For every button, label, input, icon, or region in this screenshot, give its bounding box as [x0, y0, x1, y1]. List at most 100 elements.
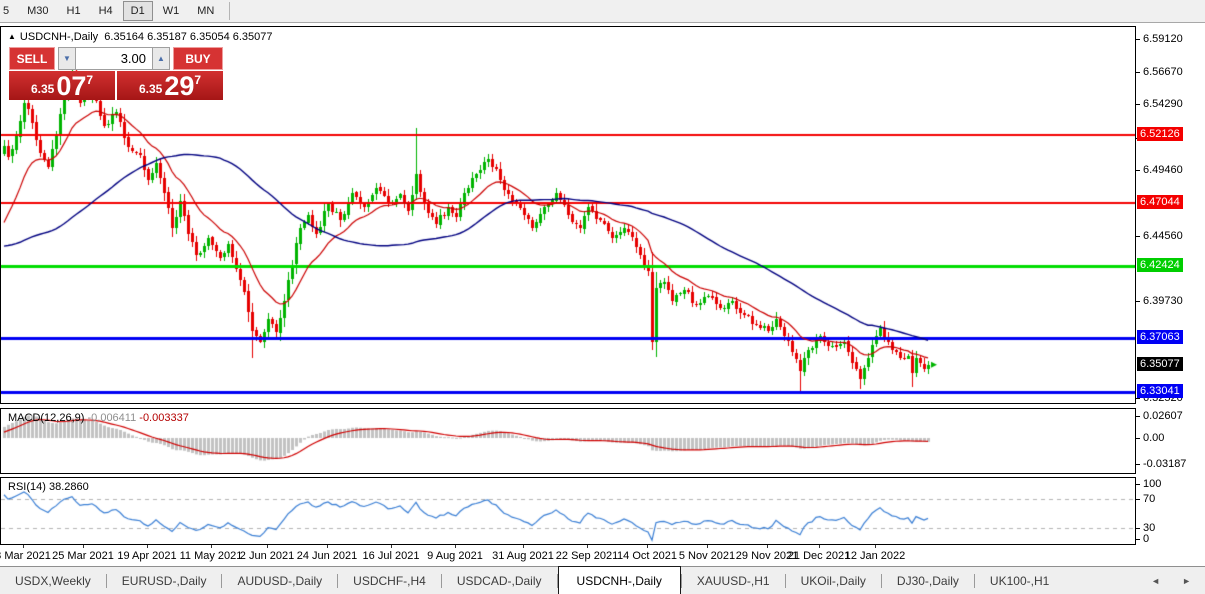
timeframe-toolbar: 5 M30 H1 H4 D1 W1 MN	[0, 0, 1205, 23]
chart-title: ▲ USDCNH-,Daily 6.35164 6.35187 6.35054 6…	[8, 31, 273, 43]
price-line-label: 6.37063	[1137, 329, 1183, 344]
chart-symbol-label: USDCNH-,Daily	[19, 31, 99, 43]
volume-decrease-button[interactable]: ▼	[58, 47, 76, 70]
date-label: 5 Nov 2021	[678, 550, 736, 562]
price-line-label: 6.52126	[1137, 126, 1183, 141]
price-tick-mark	[1136, 39, 1140, 41]
date-label: 3 Mar 2021	[0, 550, 51, 562]
rsi-tick-mark	[1136, 539, 1140, 540]
tab-ukoil-daily[interactable]: UKOil-,Daily	[786, 567, 881, 594]
timeframe-button-h4[interactable]: H4	[91, 1, 121, 21]
trading-platform-window: 5 M30 H1 H4 D1 W1 MN ▲ USDCNH-,Daily 6.35164 6.…	[0, 0, 1205, 594]
date-label: 25 Mar 2021	[52, 550, 114, 562]
date-label: 24 Jun 2021	[296, 550, 358, 562]
volume-increase-button[interactable]: ▲	[152, 47, 170, 70]
date-tick-mark	[83, 545, 84, 548]
macd-tick-mark	[1136, 464, 1140, 466]
tab-usdchf-h4[interactable]: USDCHF-,H4	[338, 567, 441, 594]
date-tick-mark	[267, 545, 268, 548]
tab-usdcnh-daily[interactable]: USDCNH-,Daily	[557, 566, 681, 594]
tab-scroll-right-icon[interactable]: ►	[1182, 576, 1191, 586]
macd-tick-label: 0.02607	[1143, 410, 1183, 423]
date-label: 16 Jul 2021	[362, 550, 420, 562]
date-label: 31 Aug 2021	[492, 550, 554, 562]
one-click-trade-panel: SELL ▼ 3.00 ▲ BUY 6.35 07 7 6.35 29 7	[9, 47, 223, 100]
date-tick-mark	[327, 545, 328, 548]
price-line-label: 6.33041	[1137, 384, 1183, 399]
date-label: 9 Aug 2021	[427, 550, 483, 562]
date-label: 14 Oct 2021	[617, 550, 677, 562]
buy-button[interactable]: BUY	[173, 47, 223, 70]
rsi-tick-label: 0	[1143, 533, 1150, 545]
price-line-label: 6.47044	[1137, 195, 1183, 210]
tab-uk100-h1[interactable]: UK100-,H1	[975, 567, 1064, 594]
price-chart-panel: ▲ USDCNH-,Daily 6.35164 6.35187 6.35054 6…	[0, 26, 1136, 404]
timeframe-button-w1[interactable]: W1	[155, 1, 188, 21]
date-tick-mark	[523, 545, 524, 548]
timeframe-button-mn[interactable]: MN	[189, 1, 222, 21]
date-label: 21 Dec 2021	[787, 550, 851, 562]
date-tick-mark	[819, 545, 820, 548]
date-axis: 3 Mar 2021 25 Mar 2021 19 Apr 2021 11 May 2…	[0, 545, 1136, 566]
collapse-chart-icon[interactable]: ▲	[8, 32, 16, 41]
macd-indicator-panel: MACD(12,26,9) -0.006411 -0.003337	[0, 408, 1136, 474]
date-label: 22 Sep 2021	[555, 550, 619, 562]
date-tick-mark	[391, 545, 392, 548]
macd-tick-mark	[1136, 438, 1140, 439]
price-tick-mark	[1136, 398, 1140, 400]
date-tick-mark	[707, 545, 708, 548]
tab-xauusd-h1[interactable]: XAUUSD-,H1	[682, 567, 785, 594]
chevron-up-icon: ▲	[157, 54, 165, 63]
tab-usdx-weekly[interactable]: USDX,Weekly	[0, 567, 106, 594]
tab-usdcad-daily[interactable]: USDCAD-,Daily	[442, 567, 557, 594]
timeframe-button-d1[interactable]: D1	[122, 1, 153, 21]
macd-tick-label: 0.00	[1143, 432, 1165, 444]
sell-price[interactable]: 6.35 07 7	[9, 71, 115, 100]
date-label: 12 Jan 2022	[844, 550, 906, 562]
rsi-tick-mark	[1136, 499, 1140, 500]
chart-tab-bar: USDX,Weekly EURUSD-,Daily AUDUSD-,Daily USD…	[0, 566, 1205, 594]
tab-scroll-left-icon[interactable]: ◄	[1151, 576, 1160, 586]
rsi-indicator-panel: RSI(14) 38.2860	[0, 477, 1136, 545]
sell-button[interactable]: SELL	[9, 47, 55, 70]
tab-dj30-daily[interactable]: DJ30-,Daily	[882, 567, 974, 594]
price-tick-label: 6.44560	[1143, 229, 1183, 242]
price-tick-mark	[1136, 104, 1140, 106]
timeframe-button-h1[interactable]: H1	[59, 1, 89, 21]
tab-audusd-daily[interactable]: AUDUSD-,Daily	[222, 567, 337, 594]
date-tick-mark	[23, 545, 24, 548]
date-tick-mark	[455, 545, 456, 548]
rsi-label: RSI(14) 38.2860	[8, 481, 89, 493]
tab-arrows: ◄ ►	[1151, 567, 1205, 594]
price-line-label: 6.35077	[1137, 356, 1183, 371]
rsi-tick-mark	[1136, 484, 1140, 485]
date-tick-mark	[587, 545, 588, 548]
price-tick-label: 6.59120	[1143, 33, 1183, 46]
price-tick-mark	[1136, 169, 1140, 171]
date-label: 2 Jun 2021	[239, 550, 295, 562]
price-tick-mark	[1136, 300, 1140, 302]
macd-tick-label: -0.03187	[1143, 458, 1187, 471]
date-tick-mark	[211, 545, 212, 548]
buy-price[interactable]: 6.35 29 7	[117, 71, 223, 100]
macd-label: MACD(12,26,9) -0.006411 -0.003337	[8, 412, 189, 424]
chart-ohlc-values: 6.35164 6.35187 6.35054 6.35077	[104, 31, 273, 43]
timeframe-button-5[interactable]: 5	[0, 1, 17, 21]
rsi-tick-label: 100	[1143, 478, 1162, 490]
price-tick-label: 6.49460	[1143, 163, 1183, 176]
volume-input[interactable]: 3.00	[76, 47, 152, 70]
rsi-canvas[interactable]	[1, 478, 1135, 544]
price-tick-label: 6.56670	[1143, 66, 1183, 79]
date-label: 19 Apr 2021	[117, 550, 177, 562]
date-tick-mark	[147, 545, 148, 548]
timeframe-button-m30[interactable]: M30	[19, 1, 56, 21]
price-tick-mark	[1136, 235, 1140, 237]
price-axis: 6.591206.566706.542906.518406.494606.445…	[1136, 0, 1205, 594]
tab-eurusd-daily[interactable]: EURUSD-,Daily	[107, 567, 222, 594]
price-tick-label: 6.54290	[1143, 98, 1183, 111]
price-tick-mark	[1136, 72, 1140, 74]
rsi-tick-mark	[1136, 528, 1140, 529]
price-line-label: 6.42424	[1137, 257, 1183, 272]
rsi-tick-label: 70	[1143, 493, 1156, 505]
date-tick-mark	[875, 545, 876, 548]
